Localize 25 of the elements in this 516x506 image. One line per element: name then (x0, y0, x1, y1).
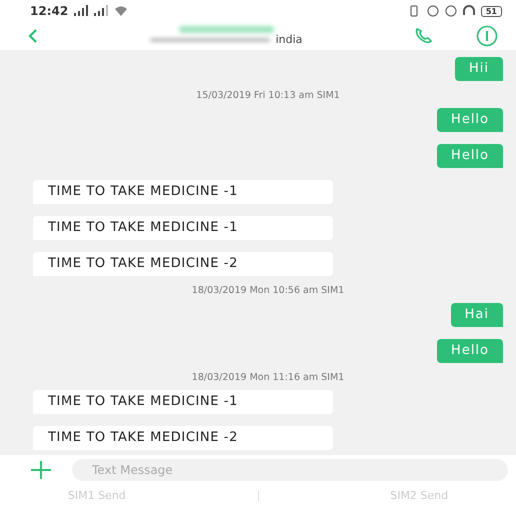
wifi-icon (114, 5, 128, 17)
received-message: TIME TO TAKE MEDICINE -2 (33, 426, 333, 450)
headphones-icon (462, 5, 475, 17)
info-icon[interactable] (476, 25, 498, 47)
contact-subtitle: india (276, 33, 302, 46)
back-icon[interactable] (28, 28, 38, 44)
received-message: TIME TO TAKE MEDICINE -1 (33, 216, 333, 240)
received-message: TIME TO TAKE MEDICINE -1 (33, 180, 333, 204)
signal-icon (74, 5, 88, 17)
message-timestamp: 18/03/2019 Mon 11:16 am SIM1 (192, 372, 344, 383)
received-message: TIME TO TAKE MEDICINE -1 (33, 390, 333, 414)
sent-message: Hii (455, 57, 503, 81)
sent-message: Hello (437, 108, 503, 132)
message-input[interactable]: Text Message (72, 459, 508, 481)
phone-icon[interactable] (414, 27, 434, 45)
add-icon[interactable] (30, 459, 52, 481)
battery-level: 51 (480, 6, 502, 16)
message-timestamp: 15/03/2019 Fri 10:13 am SIM1 (196, 90, 340, 101)
sent-message: Hello (437, 144, 503, 168)
sent-message: Hai (450, 303, 503, 327)
status-time: 12:42 (30, 4, 68, 18)
message-timestamp: 18/03/2019 Mon 10:56 am SIM1 (192, 285, 344, 296)
signal-icon (94, 5, 108, 17)
sent-message: Hello (437, 339, 503, 363)
received-message: TIME TO TAKE MEDICINE -2 (33, 252, 333, 276)
